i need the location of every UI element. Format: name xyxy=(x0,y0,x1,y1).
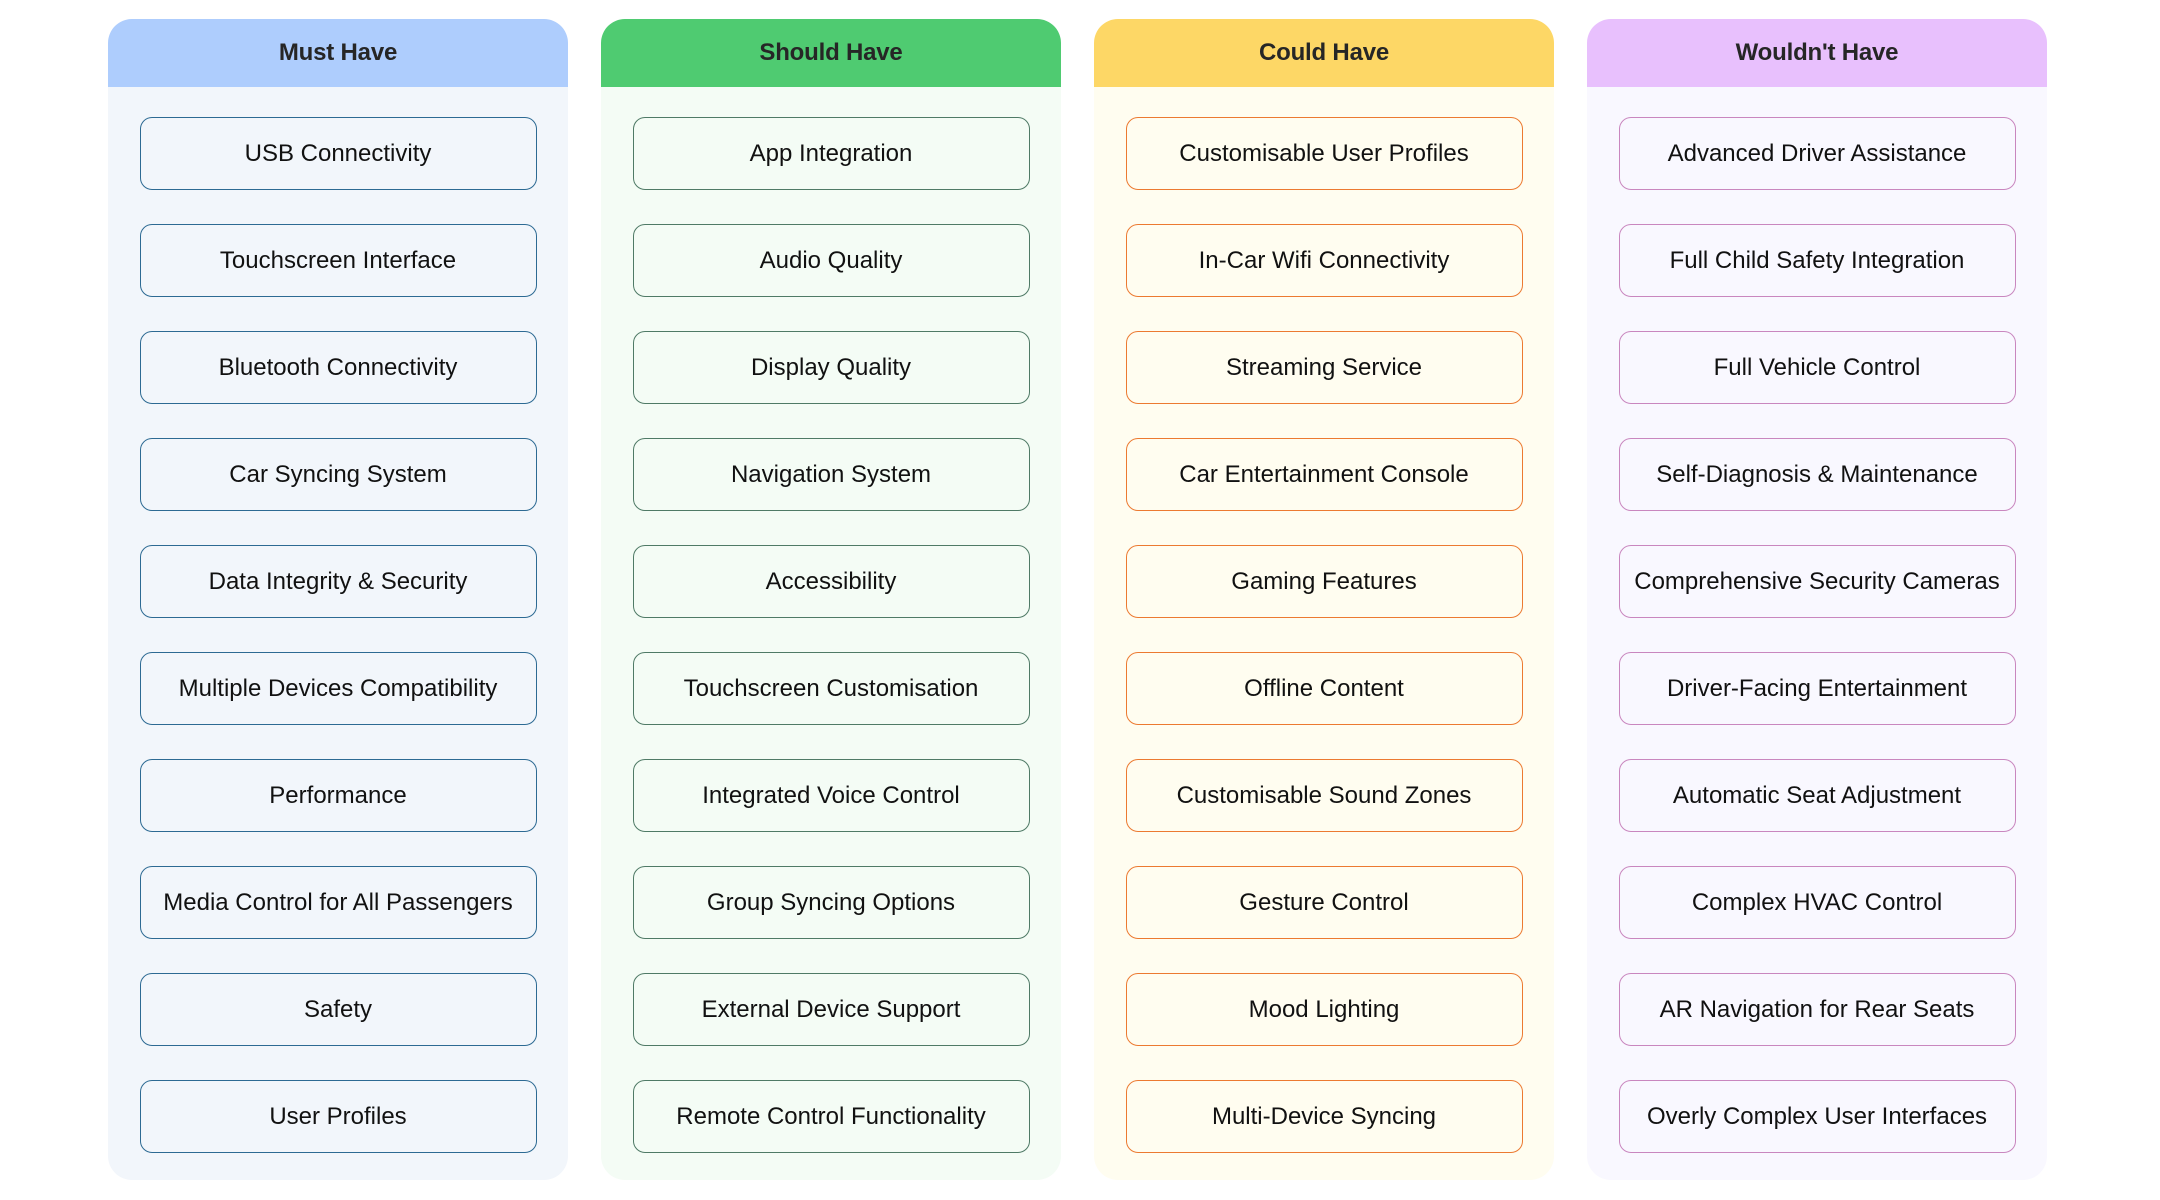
card-full-vehicle-control[interactable]: Full Vehicle Control xyxy=(1618,331,2016,404)
card-customisable-user-profiles[interactable]: Customisable User Profiles xyxy=(1125,117,1523,190)
card-list-wouldnt-have: Advanced Driver Assistance Full Child Sa… xyxy=(1587,87,2047,1153)
card-data-integrity-security[interactable]: Data Integrity & Security xyxy=(139,545,537,618)
card-gaming-features[interactable]: Gaming Features xyxy=(1125,545,1523,618)
card-overly-complex-user-interfaces[interactable]: Overly Complex User Interfaces xyxy=(1618,1080,2016,1153)
column-must-have: Must Have USB Connectivity Touchscreen I… xyxy=(108,19,568,1180)
card-audio-quality[interactable]: Audio Quality xyxy=(632,224,1030,297)
card-safety[interactable]: Safety xyxy=(139,973,537,1046)
column-wouldnt-have: Wouldn't Have Advanced Driver Assistance… xyxy=(1587,19,2047,1180)
column-header-must-have: Must Have xyxy=(108,19,568,87)
card-automatic-seat-adjustment[interactable]: Automatic Seat Adjustment xyxy=(1618,759,2016,832)
card-complex-hvac-control[interactable]: Complex HVAC Control xyxy=(1618,866,2016,939)
card-multi-device-syncing[interactable]: Multi-Device Syncing xyxy=(1125,1080,1523,1153)
card-usb-connectivity[interactable]: USB Connectivity xyxy=(139,117,537,190)
card-self-diagnosis-maintenance[interactable]: Self-Diagnosis & Maintenance xyxy=(1618,438,2016,511)
column-header-wouldnt-have: Wouldn't Have xyxy=(1587,19,2047,87)
card-offline-content[interactable]: Offline Content xyxy=(1125,652,1523,725)
card-bluetooth-connectivity[interactable]: Bluetooth Connectivity xyxy=(139,331,537,404)
card-driver-facing-entertainment[interactable]: Driver-Facing Entertainment xyxy=(1618,652,2016,725)
card-in-car-wifi-connectivity[interactable]: In-Car Wifi Connectivity xyxy=(1125,224,1523,297)
card-full-child-safety-integration[interactable]: Full Child Safety Integration xyxy=(1618,224,2016,297)
card-streaming-service[interactable]: Streaming Service xyxy=(1125,331,1523,404)
card-mood-lighting[interactable]: Mood Lighting xyxy=(1125,973,1523,1046)
card-accessibility[interactable]: Accessibility xyxy=(632,545,1030,618)
column-header-should-have: Should Have xyxy=(601,19,1061,87)
card-navigation-system[interactable]: Navigation System xyxy=(632,438,1030,511)
card-app-integration[interactable]: App Integration xyxy=(632,117,1030,190)
card-car-syncing-system[interactable]: Car Syncing System xyxy=(139,438,537,511)
card-group-syncing-options[interactable]: Group Syncing Options xyxy=(632,866,1030,939)
card-advanced-driver-assistance[interactable]: Advanced Driver Assistance xyxy=(1618,117,2016,190)
card-touchscreen-interface[interactable]: Touchscreen Interface xyxy=(139,224,537,297)
card-integrated-voice-control[interactable]: Integrated Voice Control xyxy=(632,759,1030,832)
card-comprehensive-security-cameras[interactable]: Comprehensive Security Cameras xyxy=(1618,545,2016,618)
card-gesture-control[interactable]: Gesture Control xyxy=(1125,866,1523,939)
card-media-control-all-passengers[interactable]: Media Control for All Passengers xyxy=(139,866,537,939)
card-list-should-have: App Integration Audio Quality Display Qu… xyxy=(601,87,1061,1153)
column-header-could-have: Could Have xyxy=(1094,19,1554,87)
card-ar-navigation-rear-seats[interactable]: AR Navigation for Rear Seats xyxy=(1618,973,2016,1046)
card-performance[interactable]: Performance xyxy=(139,759,537,832)
card-touchscreen-customisation[interactable]: Touchscreen Customisation xyxy=(632,652,1030,725)
column-should-have: Should Have App Integration Audio Qualit… xyxy=(601,19,1061,1180)
card-remote-control-functionality[interactable]: Remote Control Functionality xyxy=(632,1080,1030,1153)
column-could-have: Could Have Customisable User Profiles In… xyxy=(1094,19,1554,1180)
card-list-must-have: USB Connectivity Touchscreen Interface B… xyxy=(108,87,568,1153)
card-customisable-sound-zones[interactable]: Customisable Sound Zones xyxy=(1125,759,1523,832)
card-multiple-devices-compatibility[interactable]: Multiple Devices Compatibility xyxy=(139,652,537,725)
card-car-entertainment-console[interactable]: Car Entertainment Console xyxy=(1125,438,1523,511)
card-display-quality[interactable]: Display Quality xyxy=(632,331,1030,404)
moscow-board: Must Have USB Connectivity Touchscreen I… xyxy=(108,19,2047,1180)
card-user-profiles[interactable]: User Profiles xyxy=(139,1080,537,1153)
card-list-could-have: Customisable User Profiles In-Car Wifi C… xyxy=(1094,87,1554,1153)
card-external-device-support[interactable]: External Device Support xyxy=(632,973,1030,1046)
